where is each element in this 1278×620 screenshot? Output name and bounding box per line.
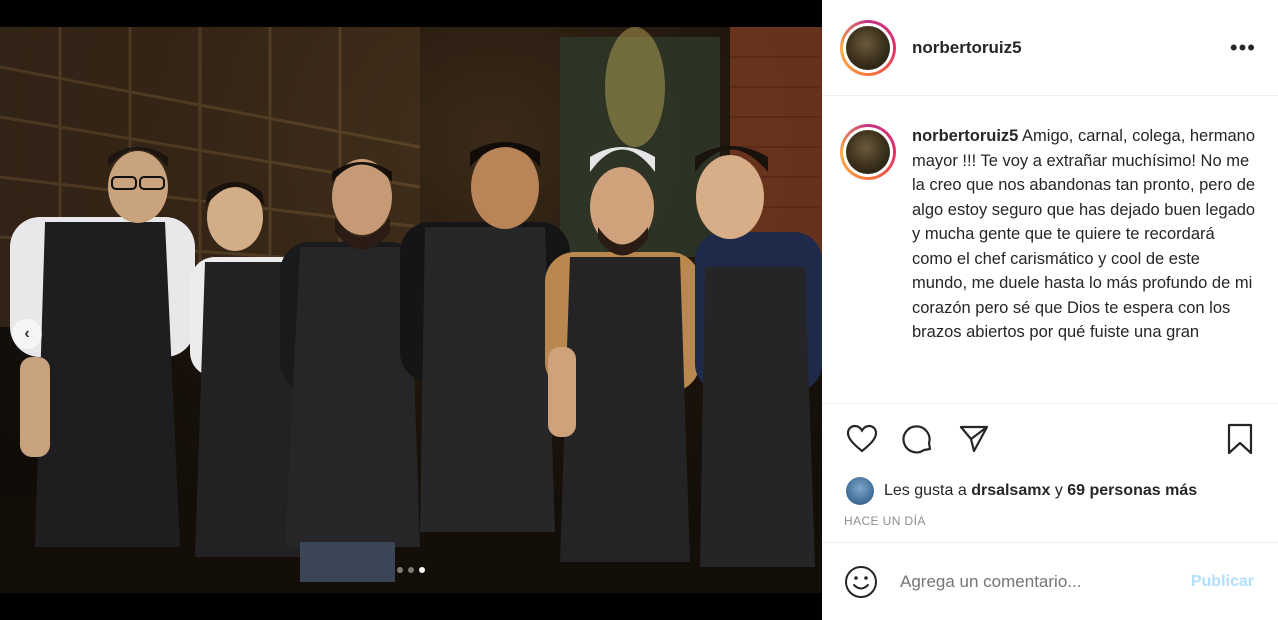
post-photo[interactable]: ‹ — [0, 27, 822, 593]
more-horizontal-icon[interactable]: ••• — [1230, 35, 1256, 61]
author-username[interactable]: norbertoruiz5 — [912, 38, 1230, 58]
likes-prefix: Les gusta a — [884, 482, 967, 499]
comment-form: Publicar — [822, 542, 1278, 620]
share-icon[interactable] — [956, 421, 992, 457]
comment-input[interactable] — [900, 571, 1191, 592]
caption-author-avatar[interactable] — [840, 124, 896, 180]
avatar-frame — [843, 22, 893, 73]
caption-section: norbertoruiz5 Amigo, carnal, colega, her… — [822, 96, 1278, 404]
caption-username[interactable]: norbertoruiz5 — [912, 127, 1018, 145]
emoji-icon[interactable] — [844, 565, 878, 599]
carousel-prev-button[interactable]: ‹ — [12, 319, 42, 349]
carousel-dot — [408, 567, 414, 573]
post-side-panel: norbertoruiz5 ••• norbertoruiz5 Amigo, c… — [822, 0, 1278, 620]
avatar-photo — [846, 130, 890, 174]
carousel-indicator — [0, 567, 822, 573]
heart-icon[interactable] — [844, 421, 880, 457]
publish-button[interactable]: Publicar — [1191, 573, 1254, 591]
carousel-dot-active — [419, 567, 425, 573]
liker-username[interactable]: drsalsamx — [971, 482, 1050, 500]
comment-icon[interactable] — [900, 421, 936, 457]
avatar-photo — [846, 25, 890, 70]
caption: norbertoruiz5 Amigo, carnal, colega, her… — [912, 124, 1258, 403]
post-header: norbertoruiz5 ••• — [822, 0, 1278, 96]
bookmark-icon[interactable] — [1222, 421, 1258, 457]
author-avatar[interactable] — [840, 19, 896, 76]
group-photo-illustration — [0, 27, 822, 593]
chevron-left-icon: ‹ — [24, 325, 30, 342]
avatar-frame — [843, 127, 893, 177]
instagram-post: ‹ norbertoruiz5 ••• norbertoruiz5 Amigo,… — [0, 0, 1278, 620]
liker-avatar[interactable] — [846, 477, 874, 505]
carousel-dot — [397, 567, 403, 573]
likes-others-link[interactable]: 69 personas más — [1067, 482, 1197, 500]
likes-conj: y — [1054, 482, 1063, 499]
action-bar — [822, 404, 1278, 474]
caption-body: Amigo, carnal, colega, hermano mayor !!!… — [912, 127, 1256, 341]
likes-summary: Les gusta a drsalsamx y 69 personas más — [822, 474, 1278, 508]
